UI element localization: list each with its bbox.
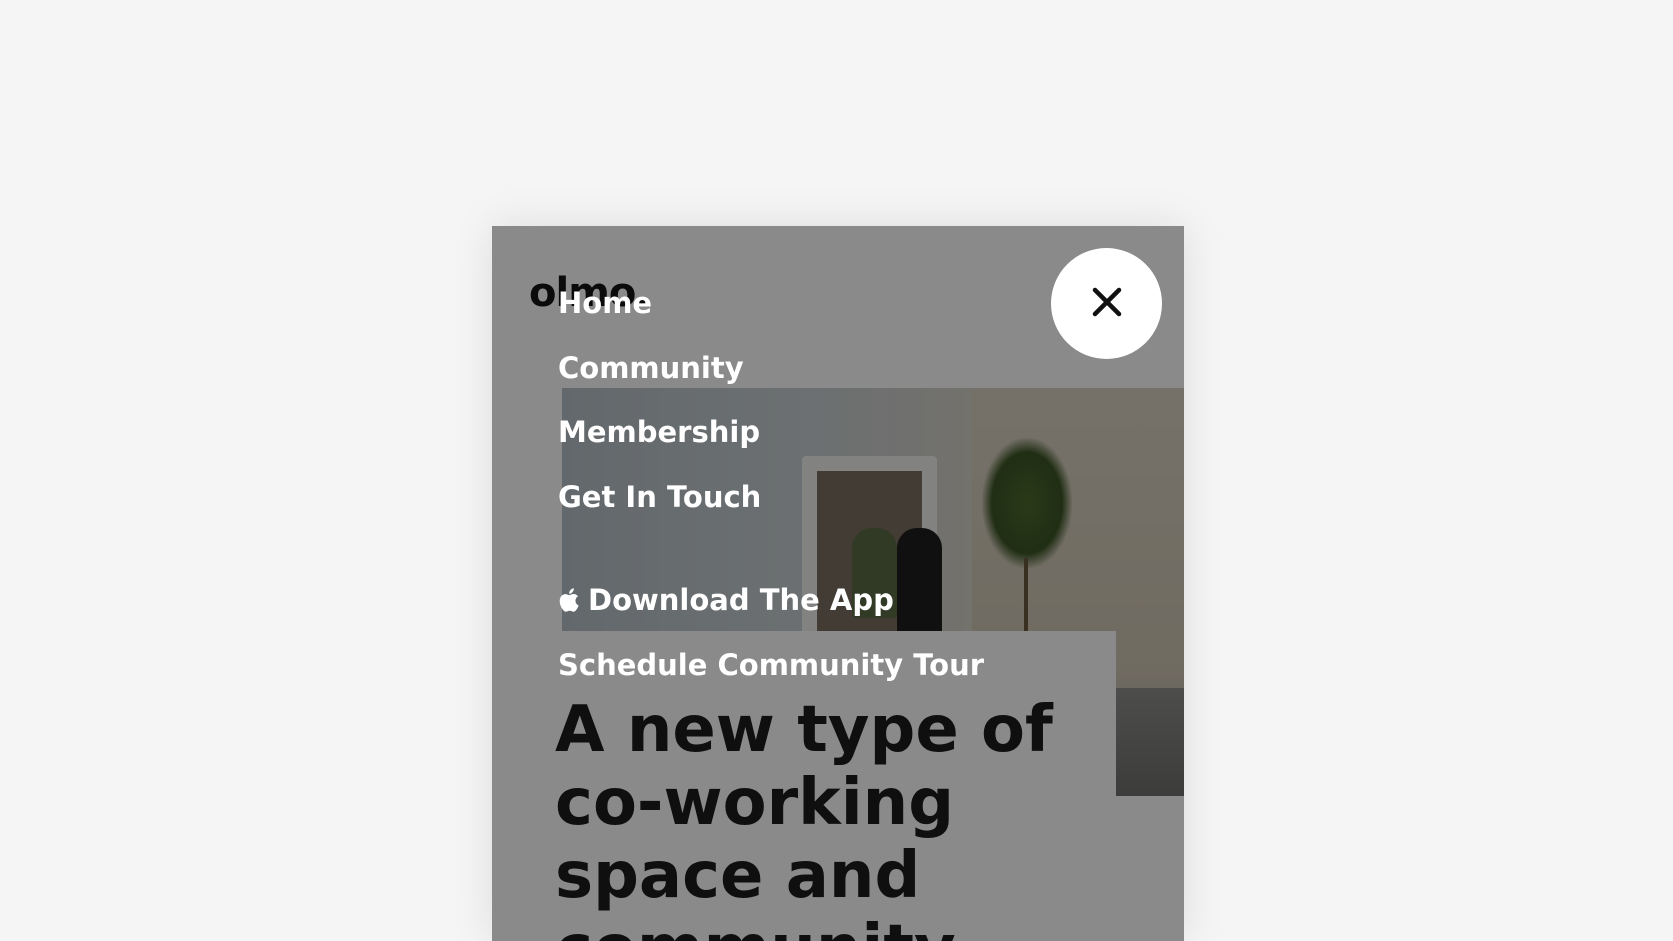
download-app-link[interactable]: Download The App xyxy=(558,583,894,617)
close-menu-button[interactable] xyxy=(1051,248,1162,359)
nav-item-membership[interactable]: Membership xyxy=(558,412,761,477)
nav-item-community[interactable]: Community xyxy=(558,348,761,413)
download-app-label: Download The App xyxy=(588,583,894,617)
mobile-viewport: olmo. A new type of co-working space and… xyxy=(492,226,1184,941)
nav-menu: Home Community Membership Get In Touch xyxy=(558,283,761,541)
nav-item-get-in-touch[interactable]: Get In Touch xyxy=(558,477,761,542)
schedule-tour-link[interactable]: Schedule Community Tour xyxy=(558,648,984,682)
apple-icon xyxy=(558,586,582,614)
close-icon xyxy=(1092,287,1122,321)
nav-item-home[interactable]: Home xyxy=(558,283,761,348)
